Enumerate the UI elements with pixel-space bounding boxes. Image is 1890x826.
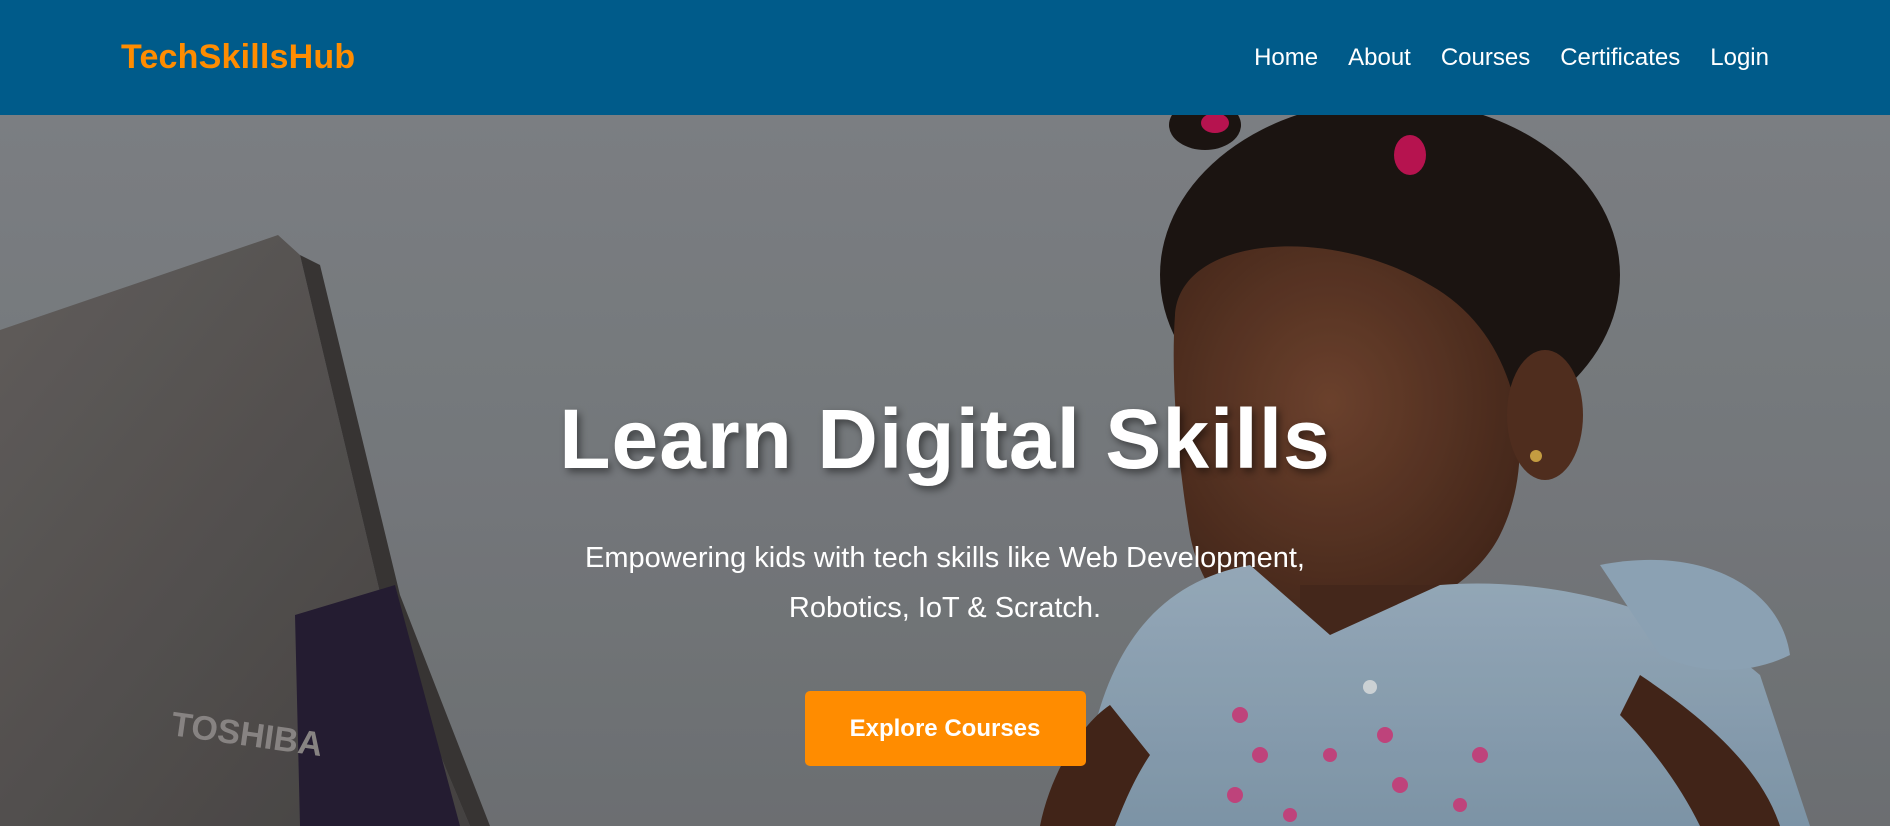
nav-link-login[interactable]: Login xyxy=(1710,44,1769,72)
nav-link-courses[interactable]: Courses xyxy=(1441,44,1530,72)
nav-link-home[interactable]: Home xyxy=(1254,44,1318,72)
hero-subtitle: Empowering kids with tech skills like We… xyxy=(585,542,1305,624)
main-nav: Home About Courses Certificates Login xyxy=(1254,44,1769,72)
hero-section: TOSHIBA Learn Digital Skills Empowering … xyxy=(0,115,1890,826)
hero-content: Learn Digital Skills Empowering kids wit… xyxy=(0,115,1890,826)
hero-title: Learn Digital Skills xyxy=(559,392,1331,486)
explore-courses-button[interactable]: Explore Courses xyxy=(804,691,1086,766)
site-logo[interactable]: TechSkillsHub xyxy=(121,38,355,77)
nav-link-certificates[interactable]: Certificates xyxy=(1560,44,1680,72)
top-navbar: TechSkillsHub Home About Courses Certifi… xyxy=(0,0,1890,115)
nav-link-about[interactable]: About xyxy=(1348,44,1411,72)
